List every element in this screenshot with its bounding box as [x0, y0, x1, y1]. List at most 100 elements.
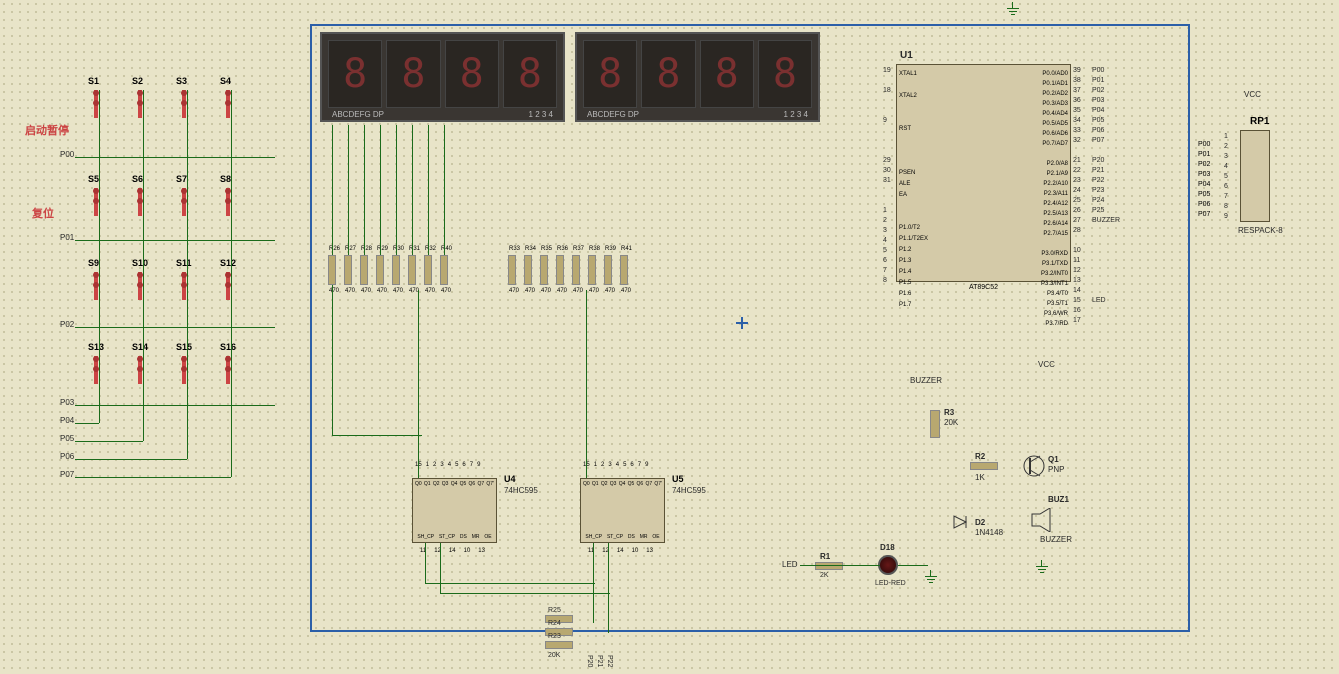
- digit-2-1: 8: [583, 40, 637, 108]
- top-ground-icon: [1007, 2, 1019, 14]
- net-p03: P03: [60, 398, 74, 407]
- respack-ref: RP1: [1250, 116, 1269, 127]
- buzzer-ground-icon: [1036, 560, 1048, 572]
- q1-part: PNP: [1048, 465, 1064, 474]
- disp2-pin-label: ABCDEFG DP: [587, 110, 639, 119]
- diode-icon: [952, 515, 972, 529]
- d2-ref: D2: [975, 518, 985, 527]
- resistor-r40[interactable]: R40470: [440, 255, 448, 285]
- resistor-r36[interactable]: R36470: [556, 255, 564, 285]
- wire: [348, 125, 349, 255]
- digit-1-4: 8: [503, 40, 557, 108]
- r3-ref: R3: [944, 408, 954, 417]
- wire: [428, 125, 429, 255]
- mcu-ref: U1: [900, 50, 913, 61]
- wire: [99, 90, 100, 423]
- wire: [75, 441, 143, 442]
- wire: [396, 125, 397, 255]
- respack-pin-nums: 123456789: [1224, 132, 1228, 222]
- digit-1-1: 8: [328, 40, 382, 108]
- resistor-r35[interactable]: R35470: [540, 255, 548, 285]
- wire: [440, 593, 610, 594]
- mcu-right-pins: P0.0/AD0P0.1/AD1P0.2/AD2P0.3/AD3P0.4/AD4…: [1041, 69, 1068, 329]
- bottom-net-p20: P20: [586, 655, 593, 667]
- shift-register-u5[interactable]: Q0Q1Q2Q3Q4Q5Q6Q7Q7' SH_CPST_CPDSMROE: [580, 478, 665, 543]
- resistor-r33[interactable]: R33470: [508, 255, 516, 285]
- wire: [332, 435, 422, 436]
- resistor-r23[interactable]: [545, 641, 573, 649]
- disp1-digit-label: 1 2 3 4: [529, 110, 553, 119]
- seven-segment-display-2[interactable]: 8 8 8 8 ABCDEFG DP 1 2 3 4: [575, 32, 820, 122]
- wire: [75, 423, 99, 424]
- mcu-left-pin-nums: 1918929303112345678: [883, 66, 891, 286]
- label-start-pause: 启动暂停: [25, 122, 69, 138]
- shift-register-u4[interactable]: Q0Q1Q2Q3Q4Q5Q6Q7Q7' SH_CPST_CPDSMROE: [412, 478, 497, 543]
- wire: [364, 125, 365, 255]
- wire: [898, 565, 928, 566]
- disp1-pin-label: ABCDEFG DP: [332, 110, 384, 119]
- resistor-r3[interactable]: [930, 410, 940, 438]
- transistor-icon: [1022, 452, 1046, 480]
- u4-ref: U4: [504, 474, 516, 484]
- net-p06: P06: [60, 452, 74, 461]
- resistor-r41[interactable]: R41470: [620, 255, 628, 285]
- resistor-r34[interactable]: R34470: [524, 255, 532, 285]
- resistor-r32[interactable]: R32470: [424, 255, 432, 285]
- respack-rp1[interactable]: [1240, 130, 1270, 222]
- wire: [380, 125, 381, 255]
- resistor-r39[interactable]: R39470: [604, 255, 612, 285]
- wire: [444, 125, 445, 255]
- led-d18[interactable]: [878, 555, 898, 575]
- r3-val: 20K: [944, 418, 958, 427]
- r2-ref: R2: [975, 452, 985, 461]
- resistor-r37[interactable]: R37470: [572, 255, 580, 285]
- u5-top-pins: 1512345679: [583, 462, 648, 468]
- mcu-at89c52[interactable]: XTAL1XTAL2RSTPSENALEEAP1.0/T2P1.1/T2EXP1…: [896, 64, 1071, 282]
- d18-ref: D18: [880, 543, 895, 552]
- u4-top-pins: 1512345679: [415, 462, 480, 468]
- r23-lbl: R23: [548, 633, 561, 640]
- resistor-r2[interactable]: [970, 462, 998, 470]
- resistor-r26[interactable]: R26470: [328, 255, 336, 285]
- net-p00: P00: [60, 150, 74, 159]
- r1-ref: R1: [820, 552, 830, 561]
- respack-nets: P00P01P02P03P04P05P06P07: [1198, 140, 1210, 220]
- buzzer-circuit: VCC BUZZER R3 20K R2 1K Q1 PNP D2 1N4148…: [930, 360, 1120, 580]
- mcu-right-nets: P00P01P02P03P04P05P06P07P20P21P22P23P24P…: [1092, 66, 1120, 306]
- wire: [332, 125, 333, 255]
- resistor-r1[interactable]: [815, 562, 843, 570]
- wire: [187, 90, 188, 459]
- seven-segment-display-1[interactable]: 8 8 8 8 ABCDEFG DP 1 2 3 4: [320, 32, 565, 122]
- d18-part: LED-RED: [875, 580, 906, 587]
- d2-part: 1N4148: [975, 528, 1003, 537]
- digit-1-2: 8: [386, 40, 440, 108]
- digit-1-3: 8: [445, 40, 499, 108]
- resistor-r30[interactable]: R30470: [392, 255, 400, 285]
- digit-2-3: 8: [700, 40, 754, 108]
- respack-part: RESPACK-8: [1238, 226, 1283, 235]
- resistor-r27[interactable]: R27470: [344, 255, 352, 285]
- wire: [412, 125, 413, 255]
- wire: [231, 90, 232, 477]
- resistor-r28[interactable]: R28470: [360, 255, 368, 285]
- button-row-2: S5 S6 S7 S8: [90, 188, 265, 220]
- resistor-r31[interactable]: R31470: [408, 255, 416, 285]
- button-row-4: S13 S14 S15 S16: [90, 356, 265, 388]
- wire: [586, 290, 587, 478]
- wire: [800, 565, 880, 566]
- u5-ref: U5: [672, 474, 684, 484]
- resistor-bank-right: R33470 R34470 R35470 R36470 R37470 R3847…: [508, 255, 628, 285]
- resistor-r38[interactable]: R38470: [588, 255, 596, 285]
- resistor-r29[interactable]: R29470: [376, 255, 384, 285]
- wire: [143, 90, 144, 441]
- r24-lbl: R24: [548, 620, 561, 627]
- digit-2-2: 8: [641, 40, 695, 108]
- wire: [440, 543, 441, 593]
- wire: [75, 240, 275, 241]
- net-p07: P07: [60, 470, 74, 479]
- u4-part: 74HC595: [504, 486, 538, 495]
- mcu-left-pins: XTAL1XTAL2RSTPSENALEEAP1.0/T2P1.1/T2EXP1…: [899, 69, 928, 311]
- wire: [75, 157, 275, 158]
- q1-ref: Q1: [1048, 455, 1059, 464]
- digit-2-4: 8: [758, 40, 812, 108]
